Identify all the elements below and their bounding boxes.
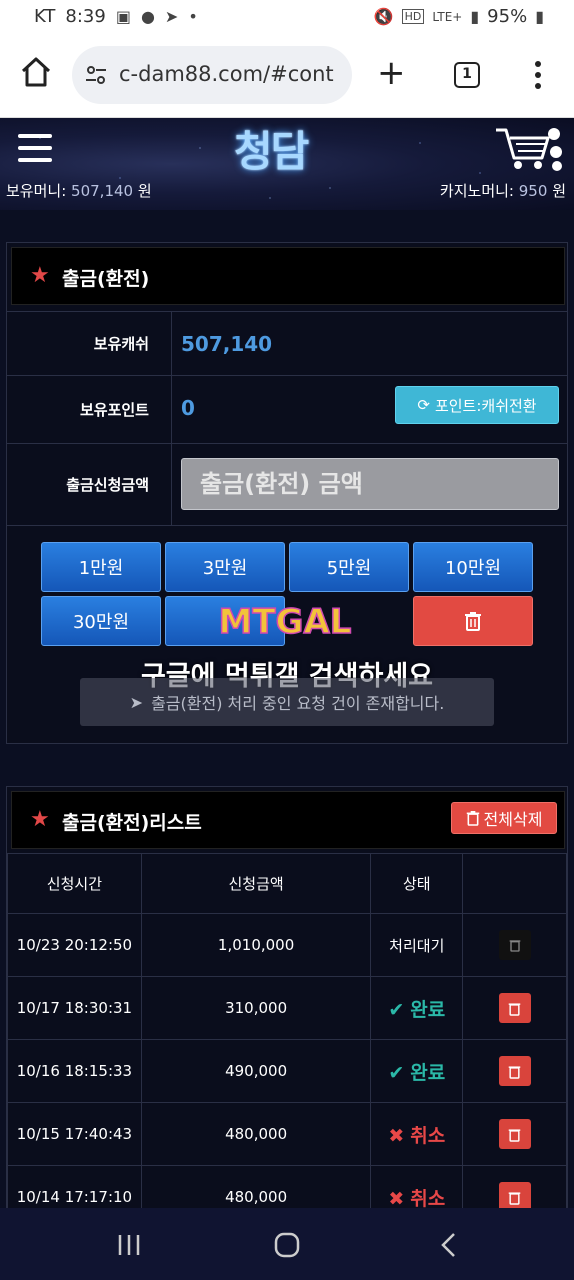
withdraw-amount-input[interactable] — [181, 458, 559, 510]
point-value: 0 — [181, 396, 195, 420]
table-row: 10/16 18:15:33 490,000 ✔ 완료 — [7, 1039, 567, 1103]
table-row: 10/17 18:30:31 310,000 ✔ 완료 — [7, 976, 567, 1040]
network-type: LTE+ — [432, 9, 463, 24]
trash-icon — [508, 1002, 521, 1016]
amount-3-button[interactable]: 3만원 — [165, 542, 285, 592]
row-time: 10/23 20:12:50 — [7, 913, 142, 977]
amount-30-button[interactable]: 30만원 — [41, 596, 161, 646]
hd-icon: HD — [401, 9, 425, 24]
recent-apps-icon[interactable] — [114, 1230, 144, 1260]
address-bar[interactable]: c-dam88.com/#cont — [72, 46, 352, 104]
trash-icon — [508, 1065, 521, 1079]
tune-icon[interactable] — [84, 63, 108, 87]
plus-icon[interactable]: + — [377, 56, 406, 90]
x-icon: ✖ — [388, 1187, 405, 1210]
watermark-logo: MTGAL — [170, 600, 400, 643]
carrier: KT — [34, 6, 56, 27]
user-money: 보유머니: 507,140 원 — [6, 182, 152, 200]
amount-clear-button[interactable] — [413, 596, 533, 646]
amount-row: 출금신청금액 — [7, 443, 567, 525]
trash-icon — [509, 940, 520, 952]
delete-all-button[interactable]: 전체삭제 — [451, 802, 557, 834]
trash-icon — [465, 612, 481, 631]
row-status: 처리대기 — [370, 913, 464, 977]
site-logo[interactable]: 청담 — [234, 118, 309, 179]
header-status: 상태 — [370, 853, 464, 914]
point-convert-button[interactable]: ⟳ 포인트:캐쉬전환 — [395, 386, 559, 424]
header-amount: 신청금액 — [140, 853, 372, 914]
cash-row: 보유캐쉬 507,140 — [7, 311, 567, 375]
amount-label: 출금신청금액 — [7, 444, 172, 525]
battery-icon: ▮ — [535, 7, 544, 26]
table-row: 10/15 17:40:43 480,000 ✖ 취소 — [7, 1102, 567, 1166]
more-icon[interactable] — [528, 58, 548, 92]
telegram-icon: ➤ — [164, 7, 179, 26]
svg-text:MTGAL: MTGAL — [219, 602, 352, 642]
amount-1-button[interactable]: 1만원 — [41, 542, 161, 592]
user-money-value: 507,140 — [71, 182, 134, 200]
withdraw-list-panel: ★ 출금(환전)리스트 전체삭제 신청시간 신청금액 상태 10/23 20:1… — [6, 786, 568, 1216]
status-bar: KT 8:39 ▣ ● ➤ • 🔇 HD LTE+ ▮ 95% ▮ — [0, 0, 574, 34]
row-time: 10/16 18:15:33 — [7, 1039, 142, 1103]
site-header: 청담 보유머니: 507,140 원 카지노머니: 950 원 — [0, 118, 574, 210]
chat-icon: ● — [140, 7, 155, 26]
home-nav-icon[interactable] — [272, 1230, 302, 1260]
system-nav-bar — [0, 1208, 574, 1280]
cart-icon[interactable] — [494, 122, 566, 172]
row-amount: 480,000 — [140, 1102, 372, 1166]
withdraw-table: 신청시간 신청금액 상태 10/23 20:12:50 1,010,000 처리… — [7, 853, 567, 1215]
send-icon: ➤ — [129, 692, 144, 712]
pending-notice: ➤ 출금(환전) 처리 중인 요청 건이 존재합니다. — [80, 678, 494, 726]
browser-toolbar: c-dam88.com/#cont + 1 — [0, 34, 574, 118]
amount-5-button[interactable]: 5만원 — [289, 542, 409, 592]
point-row: 보유포인트 0 ⟳ 포인트:캐쉬전환 — [7, 375, 567, 443]
mute-icon: 🔇 — [373, 7, 394, 26]
home-icon[interactable] — [18, 54, 54, 90]
row-amount: 310,000 — [140, 976, 372, 1040]
x-icon: ✖ — [388, 1124, 405, 1147]
casino-money-value: 950 — [518, 182, 548, 200]
header-time: 신청시간 — [7, 853, 142, 914]
dot-icon: • — [188, 7, 198, 26]
back-icon[interactable] — [434, 1230, 464, 1260]
trash-icon — [466, 811, 479, 826]
url-text: c-dam88.com/#cont — [119, 62, 334, 86]
row-delete-button[interactable] — [498, 993, 531, 1023]
row-status: ✔ 완료 — [388, 998, 446, 1021]
trash-icon — [508, 1191, 521, 1205]
signal-icon: ▮ — [470, 7, 480, 26]
tabs-icon[interactable]: 1 — [454, 62, 480, 88]
header-action — [462, 853, 567, 914]
cash-label: 보유캐쉬 — [7, 312, 172, 375]
row-delete-button[interactable] — [498, 1056, 531, 1086]
amount-10-button[interactable]: 10만원 — [413, 542, 533, 592]
row-time: 10/15 17:40:43 — [7, 1102, 142, 1166]
refresh-icon: ⟳ — [417, 396, 430, 414]
row-status: ✖ 취소 — [388, 1124, 446, 1147]
list-title: 출금(환전)리스트 — [62, 812, 202, 834]
table-header: 신청시간 신청금액 상태 — [7, 853, 567, 914]
battery-percent: 95% — [487, 6, 528, 27]
withdraw-title: 출금(환전) — [62, 268, 150, 290]
row-time: 10/17 18:30:31 — [7, 976, 142, 1040]
row-amount: 490,000 — [140, 1039, 372, 1103]
withdraw-title-bar: ★ 출금(환전) — [11, 247, 565, 305]
clock: 8:39 — [65, 6, 106, 27]
hamburger-icon[interactable] — [18, 134, 52, 164]
star-icon: ★ — [30, 807, 50, 832]
row-amount: 1,010,000 — [140, 913, 372, 977]
gallery-icon: ▣ — [115, 7, 131, 26]
row-delete-button[interactable] — [498, 1119, 531, 1149]
row-status: ✖ 취소 — [388, 1187, 446, 1210]
point-label: 보유포인트 — [7, 376, 172, 443]
check-icon: ✔ — [388, 998, 405, 1021]
check-icon: ✔ — [388, 1061, 405, 1084]
trash-icon — [508, 1128, 521, 1142]
row-delete-button[interactable] — [498, 930, 531, 960]
star-icon: ★ — [30, 263, 50, 288]
casino-money: 카지노머니: 950 원 — [439, 182, 566, 200]
table-row: 10/23 20:12:50 1,010,000 처리대기 — [7, 913, 567, 977]
cash-value: 507,140 — [181, 332, 273, 356]
row-status: ✔ 완료 — [388, 1061, 446, 1084]
